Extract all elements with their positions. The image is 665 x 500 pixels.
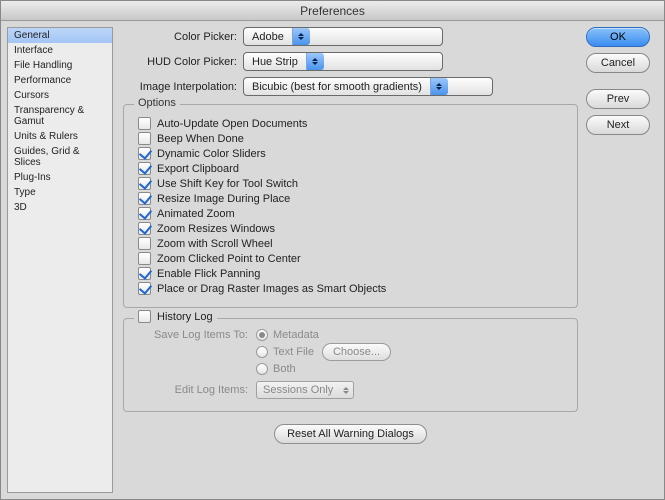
radio-both[interactable] <box>256 363 268 375</box>
options-legend: Options <box>134 97 180 109</box>
radio-textfile-label: Text File <box>273 346 314 358</box>
hud-picker-label: HUD Color Picker: <box>123 56 237 68</box>
history-log-legend: History Log <box>157 311 213 323</box>
checkbox-label: Place or Drag Raster Images as Smart Obj… <box>157 283 386 295</box>
save-log-label: Save Log Items To: <box>138 329 248 341</box>
checkbox-label: Resize Image During Place <box>157 193 290 205</box>
main-panel: Color Picker: Adobe HUD Color Picker: Hu… <box>113 21 586 499</box>
edit-log-value: Sessions Only <box>257 384 339 396</box>
checkbox-place-or-drag-raster-images-as-smart-objects[interactable] <box>138 282 151 295</box>
checkbox-label: Zoom with Scroll Wheel <box>157 238 273 250</box>
choose-button[interactable]: Choose... <box>322 343 391 361</box>
checkbox-export-clipboard[interactable] <box>138 162 151 175</box>
checkbox-zoom-resizes-windows[interactable] <box>138 222 151 235</box>
dropdown-caret-icon <box>292 28 310 45</box>
prev-button[interactable]: Prev <box>586 89 650 109</box>
radio-both-label: Both <box>273 363 296 375</box>
sidebar-item-3d[interactable]: 3D <box>8 200 112 215</box>
checkbox-use-shift-key-for-tool-switch[interactable] <box>138 177 151 190</box>
checkbox-label: Beep When Done <box>157 133 244 145</box>
checkbox-enable-flick-panning[interactable] <box>138 267 151 280</box>
edit-log-select[interactable]: Sessions Only <box>256 381 354 399</box>
hud-picker-value: Hue Strip <box>244 56 306 68</box>
checkbox-label: Use Shift Key for Tool Switch <box>157 178 298 190</box>
dropdown-caret-icon <box>306 53 324 70</box>
sidebar-item-cursors[interactable]: Cursors <box>8 88 112 103</box>
window-title: Preferences <box>1 1 664 21</box>
dialog-buttons: OK Cancel Prev Next <box>586 21 664 499</box>
sidebar-item-file-handling[interactable]: File Handling <box>8 58 112 73</box>
checkbox-label: Animated Zoom <box>157 208 235 220</box>
cancel-button[interactable]: Cancel <box>586 53 650 73</box>
edit-log-label: Edit Log Items: <box>138 384 248 396</box>
next-button[interactable]: Next <box>586 115 650 135</box>
interp-label: Image Interpolation: <box>123 81 237 93</box>
interp-select[interactable]: Bicubic (best for smooth gradients) <box>243 77 493 96</box>
checkbox-label: Enable Flick Panning <box>157 268 260 280</box>
checkbox-beep-when-done[interactable] <box>138 132 151 145</box>
checkbox-label: Zoom Resizes Windows <box>157 223 275 235</box>
category-sidebar: GeneralInterfaceFile HandlingPerformance… <box>7 27 113 493</box>
checkbox-auto-update-open-documents[interactable] <box>138 117 151 130</box>
sidebar-item-interface[interactable]: Interface <box>8 43 112 58</box>
radio-metadata[interactable] <box>256 329 268 341</box>
sidebar-item-general[interactable]: General <box>8 28 112 43</box>
options-group: Options Auto-Update Open DocumentsBeep W… <box>123 104 578 308</box>
sidebar-item-units-rulers[interactable]: Units & Rulers <box>8 129 112 144</box>
history-log-checkbox[interactable] <box>138 310 151 323</box>
checkbox-animated-zoom[interactable] <box>138 207 151 220</box>
ok-button[interactable]: OK <box>586 27 650 47</box>
checkbox-zoom-with-scroll-wheel[interactable] <box>138 237 151 250</box>
checkbox-label: Zoom Clicked Point to Center <box>157 253 301 265</box>
interp-value: Bicubic (best for smooth gradients) <box>244 81 430 93</box>
checkbox-zoom-clicked-point-to-center[interactable] <box>138 252 151 265</box>
checkbox-dynamic-color-sliders[interactable] <box>138 147 151 160</box>
dropdown-caret-icon <box>430 78 448 95</box>
reset-warnings-button[interactable]: Reset All Warning Dialogs <box>274 424 427 444</box>
checkbox-label: Auto-Update Open Documents <box>157 118 307 130</box>
radio-metadata-label: Metadata <box>273 329 319 341</box>
history-log-group: History Log Save Log Items To: Metadata … <box>123 318 578 412</box>
sidebar-item-guides-grid-slices[interactable]: Guides, Grid & Slices <box>8 144 112 170</box>
sidebar-item-type[interactable]: Type <box>8 185 112 200</box>
color-picker-select[interactable]: Adobe <box>243 27 443 46</box>
dropdown-caret-icon <box>339 387 353 394</box>
hud-picker-select[interactable]: Hue Strip <box>243 52 443 71</box>
sidebar-item-performance[interactable]: Performance <box>8 73 112 88</box>
checkbox-label: Export Clipboard <box>157 163 239 175</box>
checkbox-resize-image-during-place[interactable] <box>138 192 151 205</box>
color-picker-value: Adobe <box>244 31 292 43</box>
checkbox-label: Dynamic Color Sliders <box>157 148 266 160</box>
preferences-window: Preferences GeneralInterfaceFile Handlin… <box>0 0 665 500</box>
sidebar-item-plug-ins[interactable]: Plug-Ins <box>8 170 112 185</box>
radio-textfile[interactable] <box>256 346 268 358</box>
sidebar-item-transparency-gamut[interactable]: Transparency & Gamut <box>8 103 112 129</box>
color-picker-label: Color Picker: <box>123 31 237 43</box>
